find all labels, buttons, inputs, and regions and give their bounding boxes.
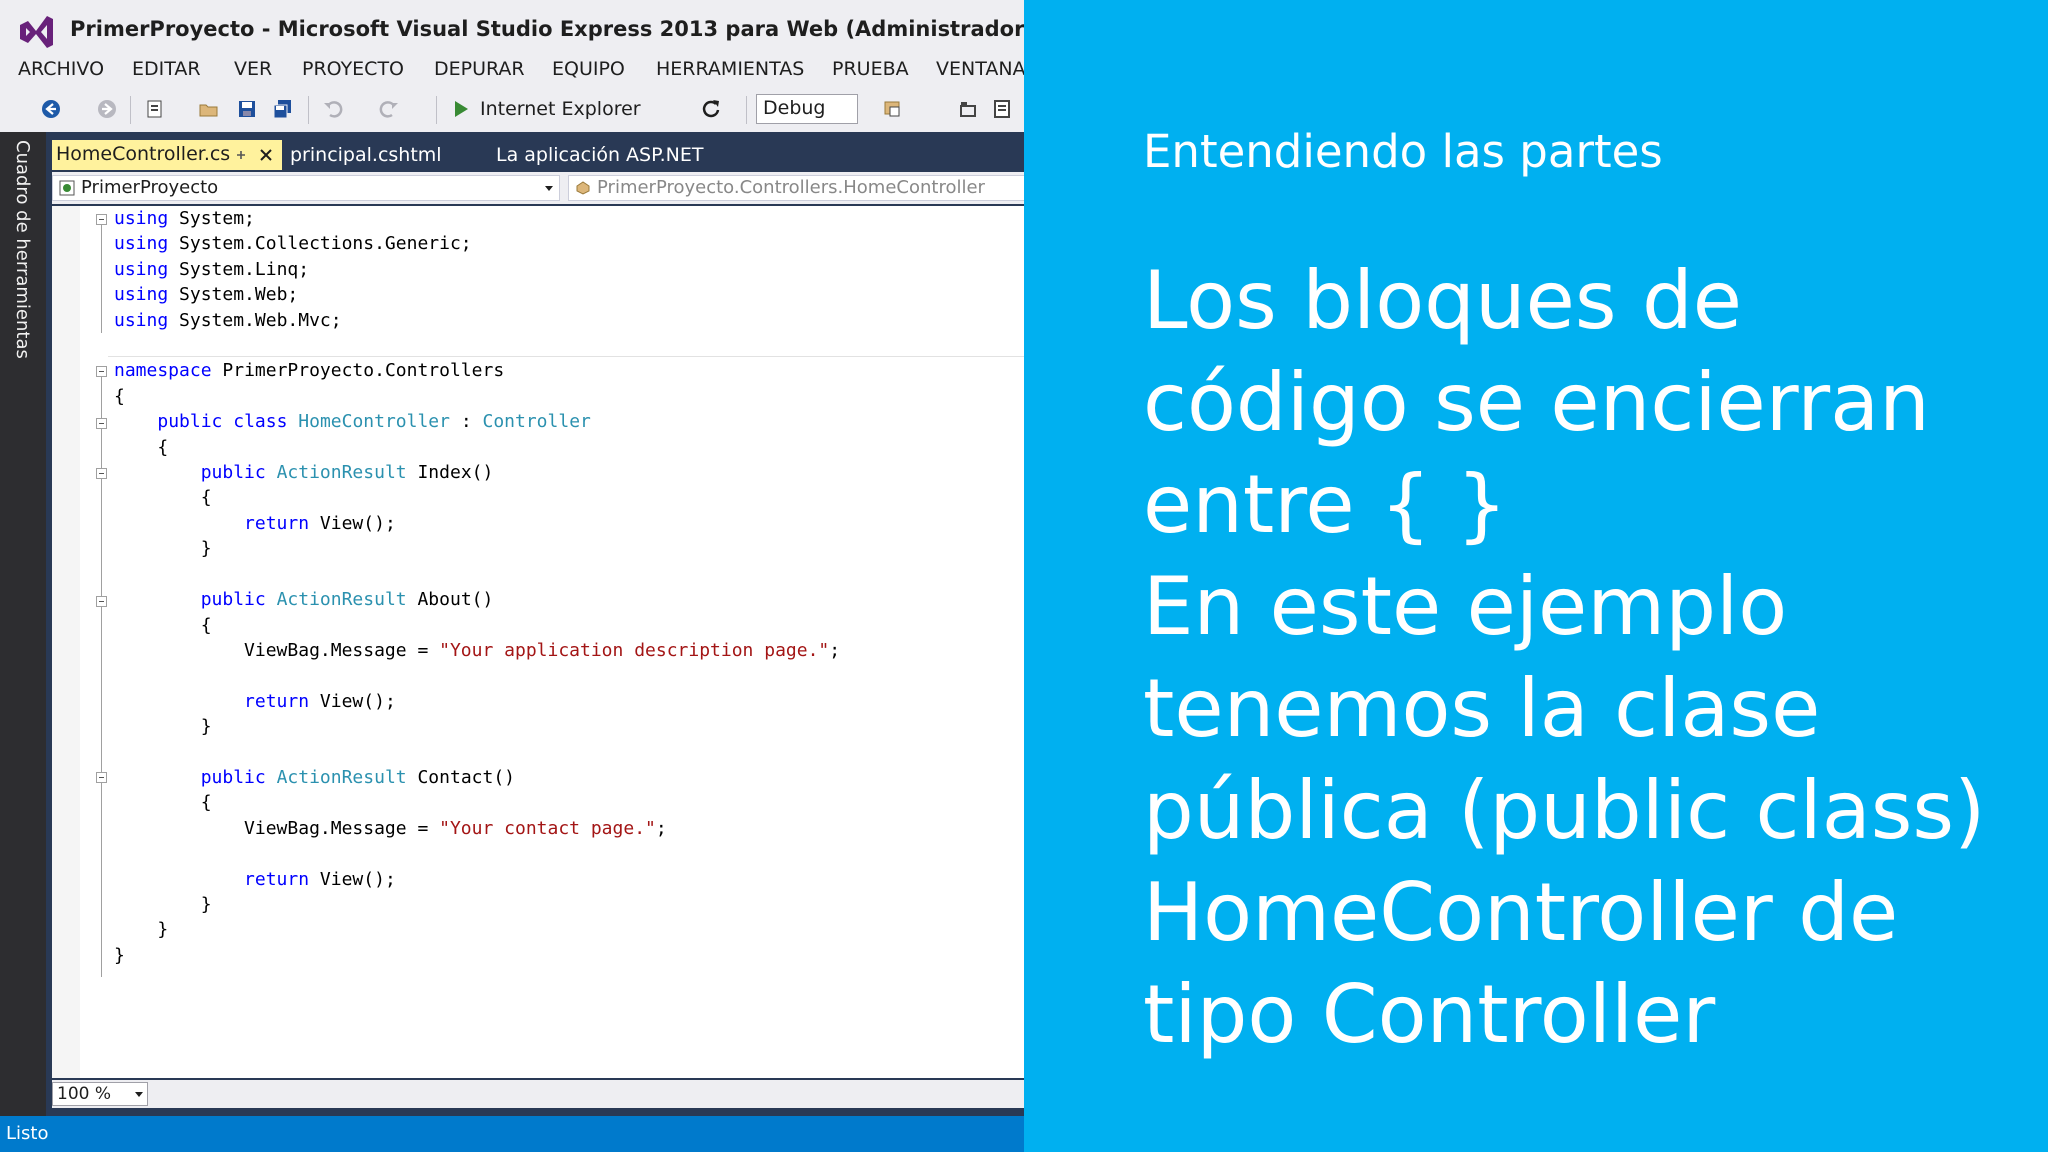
window-title: PrimerProyecto - Microsoft Visual Studio… [70,17,1024,41]
forward-icon[interactable] [96,98,118,120]
menu-bar: ARCHIVO EDITAR VER PROYECTO DEPURAR EQUI… [0,56,1024,88]
menu-ver[interactable]: VER [234,58,272,80]
slide-line: Los bloques de [1143,254,1742,347]
fold-class[interactable] [96,418,107,429]
code-line: using System.Web; [114,284,299,306]
refresh-icon[interactable] [700,98,722,120]
start-icon[interactable] [450,98,472,120]
status-bar: Listo [0,1116,1024,1152]
menu-depurar[interactable]: DEPURAR [434,58,525,80]
editor-margin [52,206,80,1078]
slide-line: código se encierran [1143,356,1930,449]
save-icon[interactable] [236,98,258,120]
pin-icon[interactable] [234,148,248,162]
code-line: using System.Linq; [114,258,310,280]
slide-line: pública (public class) [1143,764,1986,857]
slide-subtitle: Entendiendo las partes [1143,125,1663,178]
menu-proyecto[interactable]: PROYECTO [302,58,404,80]
tab-homecontroller[interactable]: HomeController.cs [52,140,282,170]
menu-prueba[interactable]: PRUEBA [832,58,909,80]
close-icon[interactable] [258,147,274,163]
document-tabs: HomeController.cs principal.cshtml La ap… [52,140,1024,170]
fold-usings[interactable] [96,214,107,225]
new-project-icon[interactable] [144,98,166,120]
class-name: HomeController [298,411,450,433]
tab-homecontroller-label: HomeController.cs [56,143,231,165]
fold-index[interactable] [96,468,107,479]
menu-ventana[interactable]: VENTANA [936,58,1024,80]
fold-contact[interactable] [96,772,107,783]
toolbox-label[interactable]: Cuadro de herramientas [12,140,33,359]
slide-line: HomeController de [1143,866,1899,959]
tab-aplicacion-aspnet[interactable]: La aplicación ASP.NET [496,144,703,166]
code-line: namespace PrimerProyecto.Controllers [114,360,505,382]
navigation-bar: PrimerProyecto PrimerProyecto.Controller… [52,172,1024,204]
type-dropdown[interactable]: PrimerProyecto.Controllers.HomeControlle… [568,175,1024,201]
comment-icon[interactable] [992,98,1014,120]
chevron-down-icon [545,186,553,191]
code-text: using System; using System.Collections.G… [114,208,841,966]
code-line: using System; [114,208,255,229]
project-name: PrimerProyecto [81,177,219,198]
code-line: using System.Collections.Generic; [114,233,472,255]
menu-herramientas[interactable]: HERRAMIENTAS [656,58,804,80]
undo-icon[interactable] [322,98,344,120]
browser-selector[interactable]: Internet Explorer [480,98,641,122]
type-name: PrimerProyecto.Controllers.HomeControlle… [597,177,985,198]
code-line: using System.Web.Mvc; [114,309,342,331]
slide-line: entre { } [1143,458,1508,551]
slide-body: Los bloques de código se encierran entre… [1143,250,2003,1066]
tab-principal[interactable]: principal.cshtml [290,144,442,166]
menu-archivo[interactable]: ARCHIVO [18,58,104,80]
configuration-dropdown[interactable]: Debug [756,94,858,124]
slide-line: tipo Controller [1143,968,1716,1061]
menu-editar[interactable]: EDITAR [132,58,201,80]
outline-icon[interactable] [958,98,980,120]
status-text: Listo [6,1123,49,1144]
zoom-level: 100 % [57,1084,112,1104]
slide-line: En este ejemplo [1143,560,1788,653]
visual-studio-logo-icon [20,16,53,48]
base-class: Controller [482,411,591,433]
slide-line: tenemos la clase [1143,662,1821,755]
fold-namespace[interactable] [96,366,107,377]
save-all-icon[interactable] [272,98,294,120]
redo-icon[interactable] [378,98,400,120]
standard-toolbar: Internet Explorer [0,90,1024,130]
project-dropdown[interactable]: PrimerProyecto [52,175,560,201]
title-bar: PrimerProyecto - Microsoft Visual Studio… [0,0,1024,60]
zoom-dropdown[interactable]: 100 % [52,1082,148,1106]
editor-bottom-bar: 100 % [52,1080,1024,1108]
project-icon [59,180,75,196]
code-editor[interactable]: using System; using System.Collections.G… [52,206,1024,1078]
fold-about[interactable] [96,596,107,607]
open-icon[interactable] [198,98,220,120]
class-icon [576,181,590,195]
visual-studio-window: PrimerProyecto - Microsoft Visual Studio… [0,0,1024,1152]
menu-equipo[interactable]: EQUIPO [552,58,625,80]
back-icon[interactable] [40,98,62,120]
find-icon[interactable] [882,98,904,120]
chevron-down-icon [135,1092,143,1097]
